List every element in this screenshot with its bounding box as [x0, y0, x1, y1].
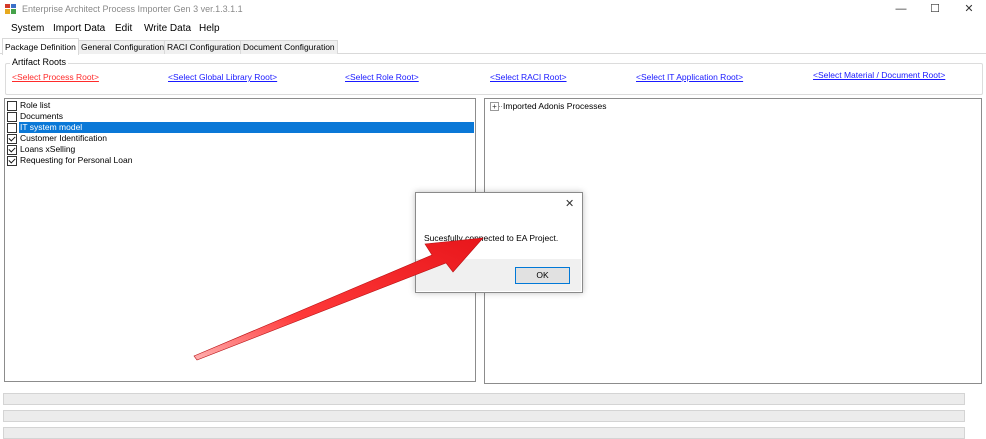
annotation-arrow-icon — [193, 237, 484, 361]
